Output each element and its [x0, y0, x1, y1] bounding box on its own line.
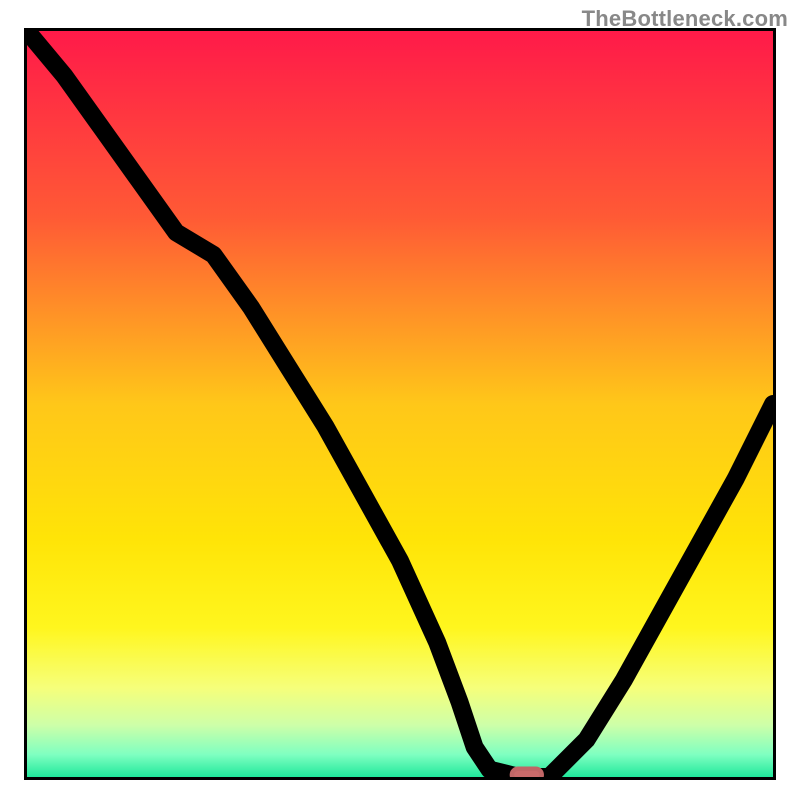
chart-canvas: TheBottleneck.com [0, 0, 800, 800]
plot-frame [24, 28, 776, 780]
optimal-point-marker [512, 769, 542, 777]
chart-svg [27, 31, 773, 777]
bottleneck-curve [27, 31, 773, 777]
